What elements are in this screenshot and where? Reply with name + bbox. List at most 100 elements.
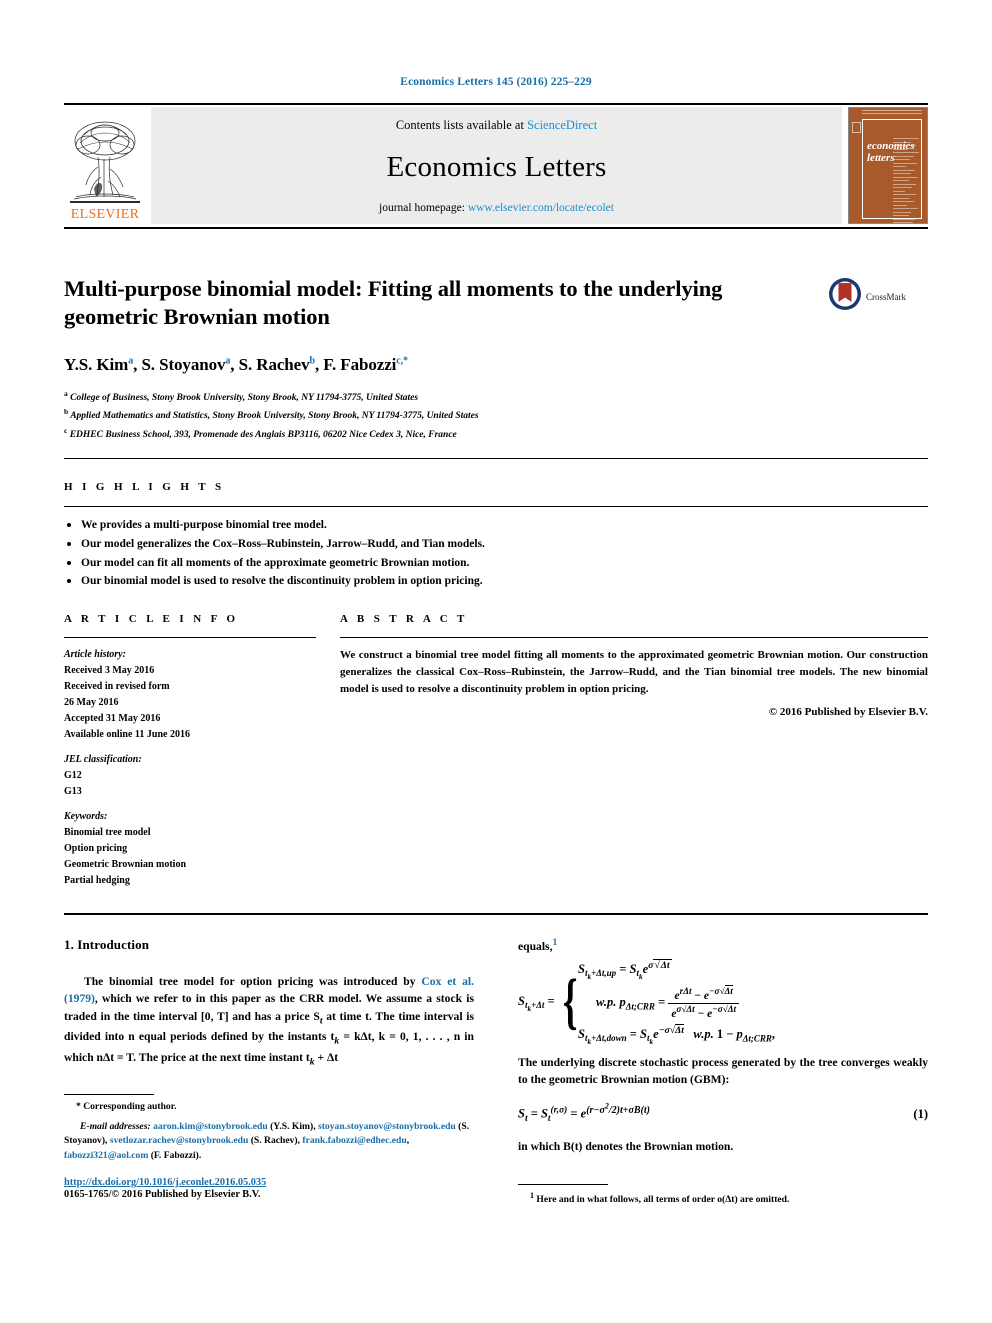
journal-homepage-link[interactable]: www.elsevier.com/locate/ecolet <box>468 202 614 214</box>
elsevier-wordmark: ELSEVIER <box>70 207 140 222</box>
affiliation-b: b Applied Mathematics and Statistics, St… <box>64 406 928 425</box>
email-link-kim[interactable]: aaron.kim@stonybrook.edu <box>153 1121 268 1132</box>
paper-page: Economics Letters 145 (2016) 225–229 ELS… <box>0 0 992 1208</box>
piecewise-row-up: Stk+Δt,up = Stkeσ√Δt <box>578 958 672 982</box>
corresponding-author-note: * Corresponding author. <box>64 1100 474 1115</box>
jel-code: G13 <box>64 785 82 797</box>
author-1-name: S. Stoyanov <box>141 354 226 374</box>
keyword: Binomial tree model <box>64 826 151 838</box>
body-columns: 1. Introduction The binomial tree model … <box>64 937 928 1208</box>
list-item: Our model generalizes the Cox–Ross–Rubin… <box>64 535 928 554</box>
list-item: Our model can fit all moments of the app… <box>64 554 928 573</box>
affiliation-a-marker: a <box>64 388 68 398</box>
equation-1: St = St(r,σ) = e(r−σ2/2)t+σB(t) (1) <box>518 1101 928 1124</box>
journal-title: Economics Letters <box>386 151 607 183</box>
right-footnote-block: 1 Here and in what follows, all terms of… <box>518 1183 928 1208</box>
author-3-sup[interactable]: c,* <box>396 355 408 366</box>
abstract-copyright: © 2016 Published by Elsevier B.V. <box>768 705 928 718</box>
history-line: Received 3 May 2016 <box>64 664 155 676</box>
email-owner-rachev: (S. Rachev) <box>250 1135 298 1147</box>
author-3: F. Fabozzic,* <box>323 355 408 374</box>
section-heading-introduction: 1. Introduction <box>64 936 150 952</box>
email-owner-fabozzi: (F. Fabozzi) <box>150 1149 199 1161</box>
intro-paragraph: The binomial tree model for option prici… <box>64 974 474 1068</box>
email-label: E-mail addresses: <box>80 1120 151 1132</box>
author-0: Y.S. Kima <box>64 355 133 374</box>
brownian-motion-note: in which B(t) denotes the Brownian motio… <box>518 1140 734 1154</box>
homepage-prefix: journal homepage: <box>379 202 468 214</box>
cover-elsevier-mark <box>852 122 861 133</box>
affiliation-b-marker: b <box>64 407 69 417</box>
author-2-sup[interactable]: b <box>310 355 316 366</box>
keywords-group: Keywords: Binomial tree model Option pri… <box>64 809 316 889</box>
sciencedirect-link[interactable]: ScienceDirect <box>527 118 597 132</box>
journal-masthead: ELSEVIER Contents lists available at Sci… <box>64 103 928 229</box>
jel-group: JEL classification: G12 G13 <box>64 752 316 800</box>
email-link-stoyanov[interactable]: stoyan.stoyanov@stonybrook.edu <box>318 1121 456 1132</box>
email-link-rachev[interactable]: svetlozar.rachev@stonybrook.edu <box>110 1135 248 1146</box>
footnote-1-text: Here and in what follows, all terms of o… <box>536 1194 790 1206</box>
history-line: Available online 11 June 2016 <box>64 728 190 740</box>
author-0-sup[interactable]: a <box>128 355 133 366</box>
intro-text-pre: The binomial tree model for option prici… <box>84 974 422 988</box>
abstract-column: A B S T R A C T We construct a binomial … <box>316 613 928 889</box>
keywords-label: Keywords: <box>64 810 108 822</box>
affiliation-a-text: College of Business, Stony Brook Univers… <box>70 392 419 403</box>
piecewise-row-down: Stk+Δt,down = Stke−σ√Δt w.p. 1 − pΔt;CRR… <box>578 1023 775 1046</box>
abstract-text: We construct a binomial tree model fitti… <box>340 648 928 695</box>
abstract-heading: A B S T R A C T <box>340 612 468 625</box>
issn-copyright-line: 0165-1765/© 2016 Published by Elsevier B… <box>64 1189 261 1201</box>
crossmark-badge[interactable]: CrossMark <box>828 277 928 316</box>
author-3-name: F. Fabozzi <box>323 354 397 374</box>
author-0-name: Y.S. Kim <box>64 354 129 374</box>
affiliation-b-text: Applied Mathematics and Statistics, Ston… <box>70 411 479 422</box>
email-addresses-note: E-mail addresses: aaron.kim@stonybrook.e… <box>64 1120 470 1161</box>
equation-1-number: (1) <box>913 1106 928 1121</box>
highlights-rule <box>64 506 928 508</box>
body-column-left: 1. Introduction The binomial tree model … <box>64 937 496 1208</box>
left-footnote-block: * Corresponding author. E-mail addresses… <box>64 1094 474 1200</box>
author-2: S. Rachevb <box>239 355 315 374</box>
elsevier-tree-icon <box>68 115 142 207</box>
history-line: 26 May 2016 <box>64 696 119 708</box>
elsevier-logo: ELSEVIER <box>64 107 146 224</box>
affiliation-list: a College of Business, Stony Brook Unive… <box>64 388 928 444</box>
list-item: Our binomial model is used to resolve th… <box>64 572 928 591</box>
email-link-fabozzi-aol[interactable]: fabozzi321@aol.com <box>64 1150 148 1161</box>
jel-code: G12 <box>64 769 82 781</box>
highlights-heading: H I G H L I G H T S <box>64 481 225 494</box>
journal-cover-thumbnail: economics letters <box>848 107 928 224</box>
piecewise-rows: Stk+Δt,up = Stkeσ√Δt w.p. pΔt;CRR = erΔt… <box>578 958 928 1048</box>
cover-contents-lines <box>893 138 919 223</box>
title-block-rule <box>64 458 928 460</box>
highlights-section: H I G H L I G H T S We provides a multi-… <box>64 481 928 591</box>
footnote-rule-left <box>64 1094 154 1095</box>
author-list: Y.S. Kima, S. Stoyanova, S. Rachevb, F. … <box>64 354 408 374</box>
contents-available-line: Contents lists available at ScienceDirec… <box>396 118 597 133</box>
footnote-ref-1[interactable]: 1 <box>552 937 557 948</box>
doi-link[interactable]: http://dx.doi.org/10.1016/j.econlet.2016… <box>64 1177 474 1188</box>
footnote-rule-right <box>518 1183 608 1185</box>
body-separator-rule <box>64 912 928 915</box>
author-1: S. Stoyanova <box>141 355 230 374</box>
equals-lead-in: equals,1 <box>518 937 928 953</box>
intro-text-post-d: + Δt <box>314 1051 339 1065</box>
journal-homepage-line: journal homepage: www.elsevier.com/locat… <box>379 202 614 214</box>
piecewise-brace: { <box>562 968 578 1037</box>
affiliation-c-marker: c <box>64 425 68 435</box>
keyword: Geometric Brownian motion <box>64 858 187 870</box>
abstract-rule <box>340 636 928 638</box>
email-link-fabozzi-edhec[interactable]: frank.fabozzi@edhec.edu <box>302 1135 406 1146</box>
history-line: Received in revised form <box>64 680 170 692</box>
piecewise-equation: Stk+Δt = { Stk+Δt,up = Stkeσ√Δt w.p. pΔt… <box>518 958 928 1048</box>
author-1-sup[interactable]: a <box>225 355 230 366</box>
equation-1-body: St = St(r,σ) = e(r−σ2/2)t+σB(t) <box>518 1101 650 1125</box>
piecewise-row-probability: w.p. pΔt;CRR = erΔt − e−σ√Δt eσ√Δt − e−σ… <box>578 984 928 1021</box>
crossmark-icon <box>828 277 862 316</box>
affiliation-a: a College of Business, Stony Brook Unive… <box>64 388 928 407</box>
masthead-top-rule <box>64 103 928 105</box>
corresponding-marker: * <box>76 1101 81 1112</box>
page-title: Multi-purpose binomial model: Fitting al… <box>64 276 723 330</box>
masthead-center-panel: Contents lists available at ScienceDirec… <box>151 107 842 224</box>
gbm-paragraph: The underlying discrete stochastic proce… <box>518 1055 928 1087</box>
